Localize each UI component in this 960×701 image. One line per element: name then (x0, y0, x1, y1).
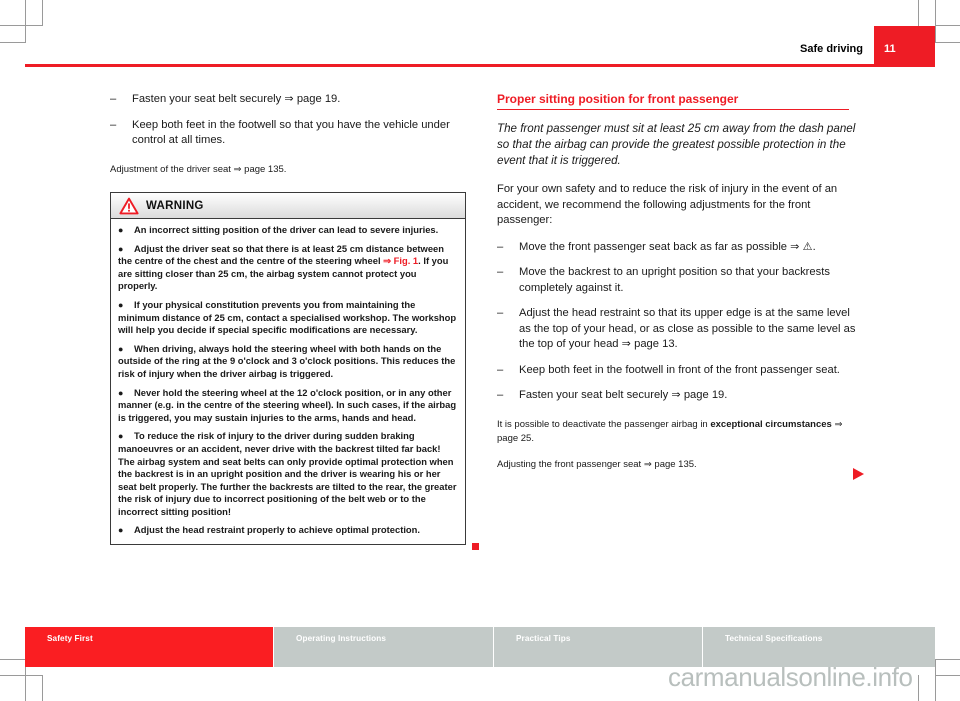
crop-mark-line (0, 659, 26, 660)
passenger-seat-adjustment-note: Adjusting the front passenger seat ⇒ pag… (497, 458, 697, 470)
list-item-text: Adjust the head restraint so that its up… (519, 307, 856, 350)
list-item: – Fasten your seat belt securely ⇒ page … (110, 92, 470, 108)
crop-mark-line (0, 675, 42, 676)
footer-tab-technical-specifications[interactable]: Technical Specifications (703, 627, 935, 667)
right-column: Proper sitting position for front passen… (497, 92, 857, 482)
section-heading: Proper sitting position for front passen… (497, 92, 849, 110)
page-title: Safe driving (800, 43, 863, 55)
footer-tab-practical-tips[interactable]: Practical Tips (494, 627, 703, 667)
list-item-text: Fasten your seat belt securely ⇒ page 19… (519, 389, 728, 401)
warning-triangle-icon (119, 197, 139, 215)
crop-mark-line (918, 675, 919, 701)
bullet-icon: ● (118, 243, 124, 254)
list-item-text: Fasten your seat belt securely ⇒ page 19… (132, 93, 341, 105)
warning-list-item: ● Adjust the driver seat so that there is… (118, 243, 458, 293)
warning-item-text: When driving, always hold the steering w… (118, 342, 456, 379)
dash-bullet-icon: – (497, 307, 504, 319)
dash-bullet-icon: – (497, 363, 504, 376)
list-item: – Fasten your seat belt securely ⇒ page … (497, 388, 857, 404)
list-item-text: Move the front passenger seat back as fa… (519, 240, 816, 253)
bullet-icon: ● (118, 387, 124, 398)
dash-bullet-icon: – (497, 240, 504, 253)
list-item-text: Keep both feet in the footwell so that y… (132, 118, 450, 147)
footer-tab-label: Practical Tips (516, 634, 571, 643)
list-item: – Move the backrest to an upright positi… (497, 265, 857, 296)
warning-box-header: WARNING (111, 193, 465, 219)
list-item-text: Keep both feet in the footwell in front … (519, 363, 840, 376)
footer-tab-label: Operating Instructions (296, 634, 386, 643)
list-item: – Adjust the head restraint so that its … (497, 306, 857, 353)
bullet-icon: ● (118, 343, 124, 354)
warning-box: WARNING ● An incorrect sitting position o… (110, 192, 466, 546)
warning-item-text: An incorrect sitting position of the dri… (134, 224, 439, 235)
warning-item-text: If your physical constitution prevents y… (118, 298, 457, 336)
warning-item-text: Never hold the steering wheel at the 12 … (118, 386, 457, 423)
crop-mark-line (935, 675, 960, 676)
list-item: – Keep both feet in the footwell so that… (110, 118, 470, 149)
list-item-text: Move the backrest to an upright position… (519, 266, 830, 294)
warning-list-item: ● When driving, always hold the steering … (118, 343, 458, 381)
page-header: Safe driving 11 (0, 0, 960, 70)
footer-tab-label: Safety First (47, 634, 93, 643)
crop-mark-line (935, 659, 936, 701)
section-intro-paragraph: For your own safety and to reduce the ri… (497, 183, 838, 226)
deactivate-note-before: It is possible to deactivate the passeng… (497, 418, 711, 430)
dash-bullet-icon: – (110, 93, 117, 105)
footer-tab-label: Technical Specifications (725, 634, 823, 643)
footer-nav: Safety First Operating Instructions Prac… (25, 627, 935, 667)
dash-bullet-icon: – (110, 118, 117, 131)
left-column: – Fasten your seat belt securely ⇒ page … (110, 92, 470, 187)
warning-box-body: ● An incorrect sitting position of the dr… (111, 219, 465, 544)
figure-reference: ⇒ Fig. 1 (383, 255, 419, 267)
warning-list-item: ● Never hold the steering wheel at the 12… (118, 387, 458, 425)
continued-arrow-icon (853, 468, 864, 480)
deactivate-airbag-note: It is possible to deactivate the passeng… (497, 418, 857, 446)
header-rule (25, 64, 935, 67)
footer-tab-operating-instructions[interactable]: Operating Instructions (274, 627, 494, 667)
page-number: 11 (884, 43, 896, 55)
crop-mark-line (42, 675, 43, 701)
deactivate-note-emphasis: exceptional circumstances (710, 418, 832, 430)
section-lead-paragraph: The front passenger must sit at least 25… (497, 122, 856, 167)
bullet-icon: ● (118, 431, 124, 442)
driver-seat-adjustment-note: Adjustment of the driver seat ⇒ page 135… (110, 163, 287, 175)
warning-list-item: ● Adjust the head restraint properly to a… (118, 524, 458, 537)
warning-title: WARNING (146, 199, 204, 212)
warning-list-item: ● If your physical constitution prevents … (118, 299, 458, 337)
list-item: – Keep both feet in the footwell in fron… (497, 363, 857, 379)
warning-list-item: ● To reduce the risk of injury to the dri… (118, 430, 458, 518)
section-end-marker (472, 543, 479, 550)
bullet-icon: ● (118, 299, 124, 310)
watermark: carmanualsonline.info (668, 662, 913, 692)
bullet-icon: ● (118, 525, 124, 536)
list-item: – Move the front passenger seat back as … (497, 240, 857, 256)
warning-list-item: ● An incorrect sitting position of the dr… (118, 224, 458, 237)
bullet-icon: ● (118, 225, 124, 235)
warning-item-text: Adjust the head restraint properly to ac… (134, 524, 420, 536)
dash-bullet-icon: – (497, 266, 504, 278)
dash-bullet-icon: – (497, 389, 504, 401)
footer-tab-safety-first[interactable]: Safety First (25, 627, 274, 667)
warning-item-text: To reduce the risk of injury to the driv… (118, 430, 457, 517)
